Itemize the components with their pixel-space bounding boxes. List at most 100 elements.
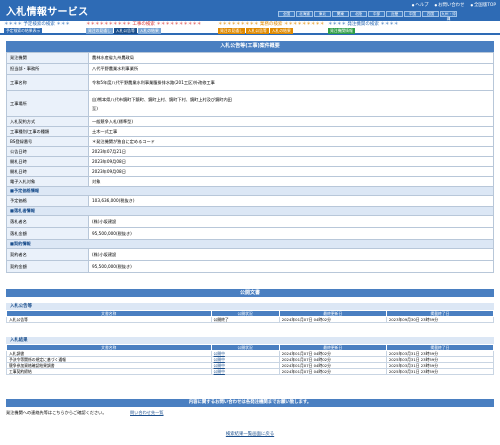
contact-list-link[interactable]: 問い合わせ先一覧 [130,410,164,416]
row-value: 農林水産省九州農政局 [88,52,494,64]
doc-end: 2025年03月31日 23時59分 [385,368,495,375]
row-value: 95,500,000(税抜き) [88,227,494,240]
section-row: ■落札者情報 [6,206,494,216]
table-row: 入札契約方式 一般競争入札(標準型) [6,116,494,127]
top-links: ヘルプ お問い合わせ 全国版TOP [412,2,496,8]
national-top-link[interactable]: 全国版TOP [470,2,496,8]
help-link[interactable]: ヘルプ [412,2,428,8]
row-value: 2023年09月08日 [88,166,494,177]
table-row: 工事名称 令和5年度八代平野農業水利事業腹掛排水路(201工区)外改修工事 [6,74,494,91]
row-value: ＊発注機関が独自に定めるコード [88,136,494,147]
table-row: 発注機関 農林水産省九州農政局 [6,52,494,64]
public-documents: 公開文書 入札公告等 文書名称 公開状況 最終更新日 掲載終了日 入札公告等 公… [6,289,495,375]
region-tab[interactable]: 東北 [314,11,331,17]
inquiry-text: 発注機関への連絡先等はこちらからご確認ください。 [6,410,107,415]
row-value: (株)小坂建設 [88,215,494,228]
table-row: 工事契約締結 公開中 2024年01月07日 04時02分 2025年03月31… [6,368,495,375]
tab-schedule-results[interactable]: 予定検索の結果表示 [4,28,43,34]
tab-agency-info[interactable]: 発注機関情報 [328,28,355,34]
doc-status-link[interactable]: 公開中 [210,368,280,375]
region-tab[interactable]: 北海道 [296,11,313,17]
region-tab[interactable]: 北陸 [350,11,367,17]
contact-link[interactable]: お問い合わせ [435,2,464,8]
doc-end: 2023年09月30日 23時59分 [385,316,495,323]
row-label: 開札日時 [6,166,89,177]
region-tab[interactable]: 関東 [332,11,349,17]
row-label: 工事種別/工事の種類 [6,126,89,137]
section-title: ■落札者情報 [6,206,494,216]
nav-group-agencies: ＊＊＊＊ 発注機関の検索 ＊＊＊＊ 発注機関情報 [328,22,398,34]
row-label: 落札者名 [6,215,89,228]
tab-services-notices[interactable]: 入札公告等 [245,28,269,34]
doc-group-results: 入札結果 文書名称 公開状況 最終更新日 掲載終了日 入札調書 公開中 2024… [6,337,495,375]
table-row: 工事場所 自)熊本県八代市鏡町下鏡町、鏡町上村、鏡町下村、鏡町上村及び鏡町内田 至… [6,90,494,117]
table-row: 入札公告等 公開終了 2024年01月07日 04時02分 2023年09月30… [6,316,495,323]
row-label: 工事場所 [6,90,89,117]
table-row: 担当部・事務所 八代平野農業水利事業所 [6,63,494,75]
row-label: 工事名称 [6,74,89,91]
row-value: 令和5年度八代平野農業水利事業腹掛排水路(201工区)外改修工事 [88,74,494,91]
doc-group-notices: 入札公告等 文書名称 公開状況 最終更新日 掲載終了日 入札公告等 公開終了 2… [6,303,495,323]
section-title: ■予定価格情報 [6,186,494,196]
row-value: 土木一式工事 [88,126,494,137]
row-value: 対象 [88,176,494,187]
table-row: 電子入札対象 対象 [6,176,494,187]
doc-group-title: 入札公告等 [6,303,494,310]
region-tab[interactable]: 九州・沖縄 [440,11,457,21]
table-row: BS登録番号 ＊発注機関が独自に定めるコード [6,136,494,147]
table-row: 公告日時 2023年07月21日 [6,146,494,157]
table-row: 予定価格 103,636,000(税抜き) [6,195,494,207]
table-row: 開札日時 2023年09月08日 [6,166,494,177]
row-label: 契約金額 [6,260,89,273]
tab-construction-outlook[interactable]: 発注の見通し [86,28,113,34]
site-header: 入札情報サービス ヘルプ お問い合わせ 全国版TOP 全国 北海道 東北 関東 … [0,0,500,21]
region-tab[interactable]: 中部 [368,11,385,17]
row-value: 2023年09月08日 [88,156,494,167]
region-tab[interactable]: 近畿 [386,11,403,17]
docs-title: 公開文書 [6,289,494,297]
row-label: 予定価格 [6,195,89,207]
site-logo[interactable]: 入札情報サービス [6,3,88,18]
inquiry-line: 発注機関への連絡先等はこちらからご確認ください。 問い合わせ先一覧 [6,410,494,416]
tab-services-outlook[interactable]: 発注の見通し [218,28,245,34]
table-row: 落札者名 (株)小坂建設 [6,215,494,228]
case-detail: 入札公告等(工事)案件概要 発注機関 農林水産省九州農政局 担当部・事務所 八代平野… [6,41,494,273]
region-tabs: 全国 北海道 東北 関東 北陸 中部 近畿 中国 四国 九州・沖縄 [278,11,457,21]
region-tab[interactable]: 中国 [404,11,421,17]
tab-services-results[interactable]: 入札の結果 [269,28,293,34]
detail-table: 発注機関 農林水産省九州農政局 担当部・事務所 八代平野農業水利事業所 工事名称 令和… [6,52,494,273]
detail-title: 入札公告等(工事)案件概要 [6,41,494,52]
search-navigation: ＊＊＊＊ 予定検索の検索 ＊＊＊ 予定検索の結果表示 ＊＊＊＊＊＊＊＊＊＊ 工事… [0,21,500,35]
row-value: (株)小坂建設 [88,248,494,261]
nav-group-services: ＊＊＊＊＊＊＊＊＊ 業務の検索 ＊＊＊＊＊＊＊＊＊ 発注の見通し 入札公告等 入… [218,22,324,34]
row-value: 八代平野農業水利事業所 [88,63,494,75]
row-value: 95,500,000(税抜き) [88,260,494,273]
table-row: 落札金額 95,500,000(税抜き) [6,227,494,240]
row-label: 発注機関 [6,52,89,64]
row-label: 電子入札対象 [6,176,89,187]
region-tab[interactable]: 全国 [278,11,295,17]
doc-updated: 2024年01月07日 04時02分 [278,368,387,375]
table-row: 開札日時 2023年09月08日 [6,156,494,167]
row-label: 担当部・事務所 [6,63,89,75]
section-title: ■契約情報 [6,239,494,249]
tab-construction-results[interactable]: 入札の結果 [137,28,161,34]
table-row: 工事種別/工事の種類 土木一式工事 [6,126,494,137]
section-row: ■予定価格情報 [6,186,494,196]
doc-group-title: 入札結果 [6,337,494,344]
doc-updated: 2024年01月07日 04時02分 [278,316,387,323]
region-tab[interactable]: 四国 [422,11,439,17]
row-label: 公告日時 [6,146,89,157]
row-label: 入札契約方式 [6,116,89,127]
row-label: BS登録番号 [6,136,89,147]
back-to-results-link[interactable]: 検索結果一覧画面に戻る [0,431,500,437]
row-value: 2023年07月21日 [88,146,494,157]
row-value: 一般競争入札(標準型) [88,116,494,127]
row-value: 自)熊本県八代市鏡町下鏡町、鏡町上村、鏡町下村、鏡町上村及び鏡町内田 至) [88,90,494,117]
tab-construction-notices[interactable]: 入札公告等 [113,28,137,34]
doc-table: 文書名称 公開状況 最終更新日 掲載終了日 入札公告等 公開終了 2024年01… [6,310,495,323]
table-row: 契約金額 95,500,000(税抜き) [6,260,494,273]
doc-name: 入札公告等 [6,316,212,323]
row-label: 開札日時 [6,156,89,167]
doc-status: 公開終了 [210,316,280,323]
